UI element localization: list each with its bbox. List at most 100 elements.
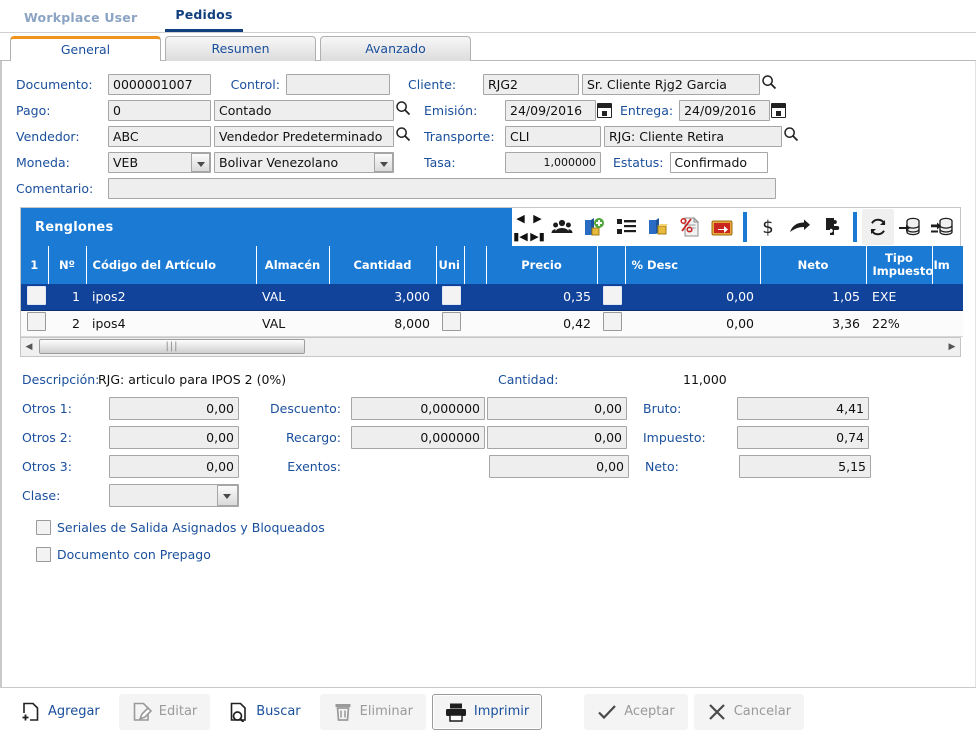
entrega-date-input[interactable] (679, 99, 771, 121)
pago-code-input[interactable] (108, 99, 211, 121)
col-almacen[interactable]: Almacén (256, 246, 330, 284)
comentario-input[interactable] (108, 177, 776, 199)
col-cantidad[interactable]: Cantidad (329, 246, 437, 284)
checkbox-box[interactable] (36, 546, 51, 562)
otros1-input[interactable] (109, 396, 239, 420)
refresh-icon[interactable] (862, 209, 894, 245)
scrollbar-thumb[interactable]: ||| (39, 339, 305, 354)
percent-doc-icon[interactable] (674, 209, 706, 245)
row-select-box[interactable] (27, 285, 46, 305)
descuento-pct-input[interactable] (351, 396, 485, 420)
chevron-down-icon[interactable] (374, 152, 393, 172)
list-icon[interactable] (610, 209, 642, 245)
scrollbar-track[interactable]: ||| (37, 338, 944, 355)
agregar-button[interactable]: Agregar (8, 693, 113, 730)
scroll-right-icon[interactable]: ▶ (944, 342, 960, 352)
checkbox-documento-prepago[interactable]: Documento con Prepago (30, 541, 975, 568)
col-codigo-articulo[interactable]: Código del Artículo (86, 246, 257, 284)
row-uni-cell[interactable] (436, 284, 464, 311)
pago-name-input[interactable] (214, 99, 394, 121)
puzzle-icon[interactable] (816, 209, 848, 245)
row-precio-flag-cell[interactable] (597, 284, 625, 311)
col-neto[interactable]: Neto (760, 246, 867, 284)
col-blank-2[interactable] (597, 246, 626, 284)
tab-general[interactable]: General (10, 36, 161, 62)
checkbox-seriales-salida[interactable]: Seriales de Salida Asignados y Bloqueado… (30, 514, 975, 541)
col-numero[interactable]: Nº (48, 246, 87, 284)
col-uni[interactable]: Uni (436, 246, 465, 284)
emision-date-input[interactable] (505, 99, 596, 121)
cliente-name-input[interactable] (582, 73, 760, 95)
col-pct-desc[interactable]: % Desc (625, 246, 761, 284)
transporte-search-icon[interactable] (782, 126, 800, 146)
nav-next-icon[interactable]: ▶ (533, 213, 541, 224)
moneda-name-select[interactable] (214, 151, 394, 173)
recargo-pct-input[interactable] (351, 425, 485, 449)
row-precio-box[interactable] (603, 312, 622, 331)
moneda-name-input[interactable] (214, 151, 394, 173)
database-out-icon[interactable] (926, 209, 958, 245)
nav-pad[interactable]: ◀ ▶ ▮◀ ▶▮ (512, 209, 546, 245)
clase-select[interactable] (109, 483, 239, 507)
moneda-code-select[interactable] (108, 151, 211, 173)
buscar-button[interactable]: Buscar (216, 693, 314, 730)
col-impuesto-truncated[interactable]: Im (932, 246, 964, 284)
chevron-down-icon[interactable] (217, 484, 238, 506)
grid-horizontal-scrollbar[interactable]: ◀ ||| ▶ (20, 337, 961, 357)
table-row[interactable]: 2 ipos4 VAL 8,000 0,42 0,00 3,36 22% (21, 310, 963, 337)
tab-avanzado[interactable]: Avanzado (320, 36, 471, 61)
impuesto-input[interactable] (737, 425, 869, 449)
scroll-left-icon[interactable]: ◀ (21, 342, 37, 352)
control-input[interactable] (286, 73, 390, 95)
otros3-input[interactable] (109, 454, 239, 478)
vendedor-code-input[interactable] (108, 125, 211, 147)
col-tipo-impuesto[interactable]: Tipo Impuesto (866, 246, 933, 284)
row-select-cell[interactable] (21, 284, 48, 311)
nav-last-icon[interactable]: ▶▮ (530, 231, 545, 242)
documento-input[interactable] (108, 73, 211, 95)
bruto-input[interactable] (737, 396, 869, 420)
descuento-amount-input[interactable] (487, 396, 627, 420)
col-select[interactable]: 1 (21, 246, 49, 284)
add-item-icon[interactable] (578, 209, 610, 245)
row-select-box[interactable] (27, 312, 46, 331)
table-row[interactable]: 1 ipos2 VAL 3,000 0,35 0,00 1,05 EXE (21, 284, 963, 311)
transporte-name-input[interactable] (604, 125, 782, 147)
module-tab-workplace-user[interactable]: Workplace User (14, 4, 147, 32)
entrega-calendar-icon[interactable] (771, 102, 787, 118)
nav-first-icon[interactable]: ▮◀ (513, 231, 528, 242)
nav-prev-icon[interactable]: ◀ (516, 213, 524, 224)
pago-search-icon[interactable] (394, 100, 412, 120)
row-uni-box[interactable] (442, 285, 461, 305)
emision-calendar-icon[interactable] (597, 102, 612, 118)
folder-export-icon[interactable] (706, 209, 738, 245)
row-uni-box[interactable] (442, 312, 461, 331)
imprimir-button[interactable]: Imprimir (431, 693, 543, 730)
module-tab-pedidos[interactable]: Pedidos (165, 1, 243, 32)
share-arrow-icon[interactable] (784, 209, 816, 245)
row-uni-cell[interactable] (436, 310, 464, 337)
neto-input[interactable] (739, 454, 871, 478)
row-precio-box[interactable] (603, 285, 622, 305)
row-precio-flag-cell[interactable] (597, 310, 625, 337)
checkbox-box[interactable] (36, 519, 51, 535)
stock-icon[interactable] (642, 209, 674, 245)
people-icon[interactable] (546, 209, 578, 245)
database-in-icon[interactable] (894, 209, 926, 245)
tasa-input[interactable] (505, 151, 601, 173)
col-precio[interactable]: Precio (486, 246, 598, 284)
dollar-icon[interactable]: $ (752, 209, 784, 245)
estatus-input[interactable] (669, 151, 768, 173)
row-select-cell[interactable] (21, 310, 48, 337)
exentos-input[interactable] (489, 454, 629, 478)
recargo-amount-input[interactable] (487, 425, 627, 449)
vendedor-search-icon[interactable] (394, 126, 412, 146)
otros2-input[interactable] (109, 425, 239, 449)
tab-resumen[interactable]: Resumen (165, 36, 316, 61)
col-blank-1[interactable] (464, 246, 487, 284)
transporte-code-input[interactable] (505, 125, 601, 147)
vendedor-name-input[interactable] (214, 125, 394, 147)
cliente-search-icon[interactable] (760, 74, 778, 94)
chevron-down-icon[interactable] (191, 152, 210, 172)
cliente-code-input[interactable] (483, 73, 579, 95)
